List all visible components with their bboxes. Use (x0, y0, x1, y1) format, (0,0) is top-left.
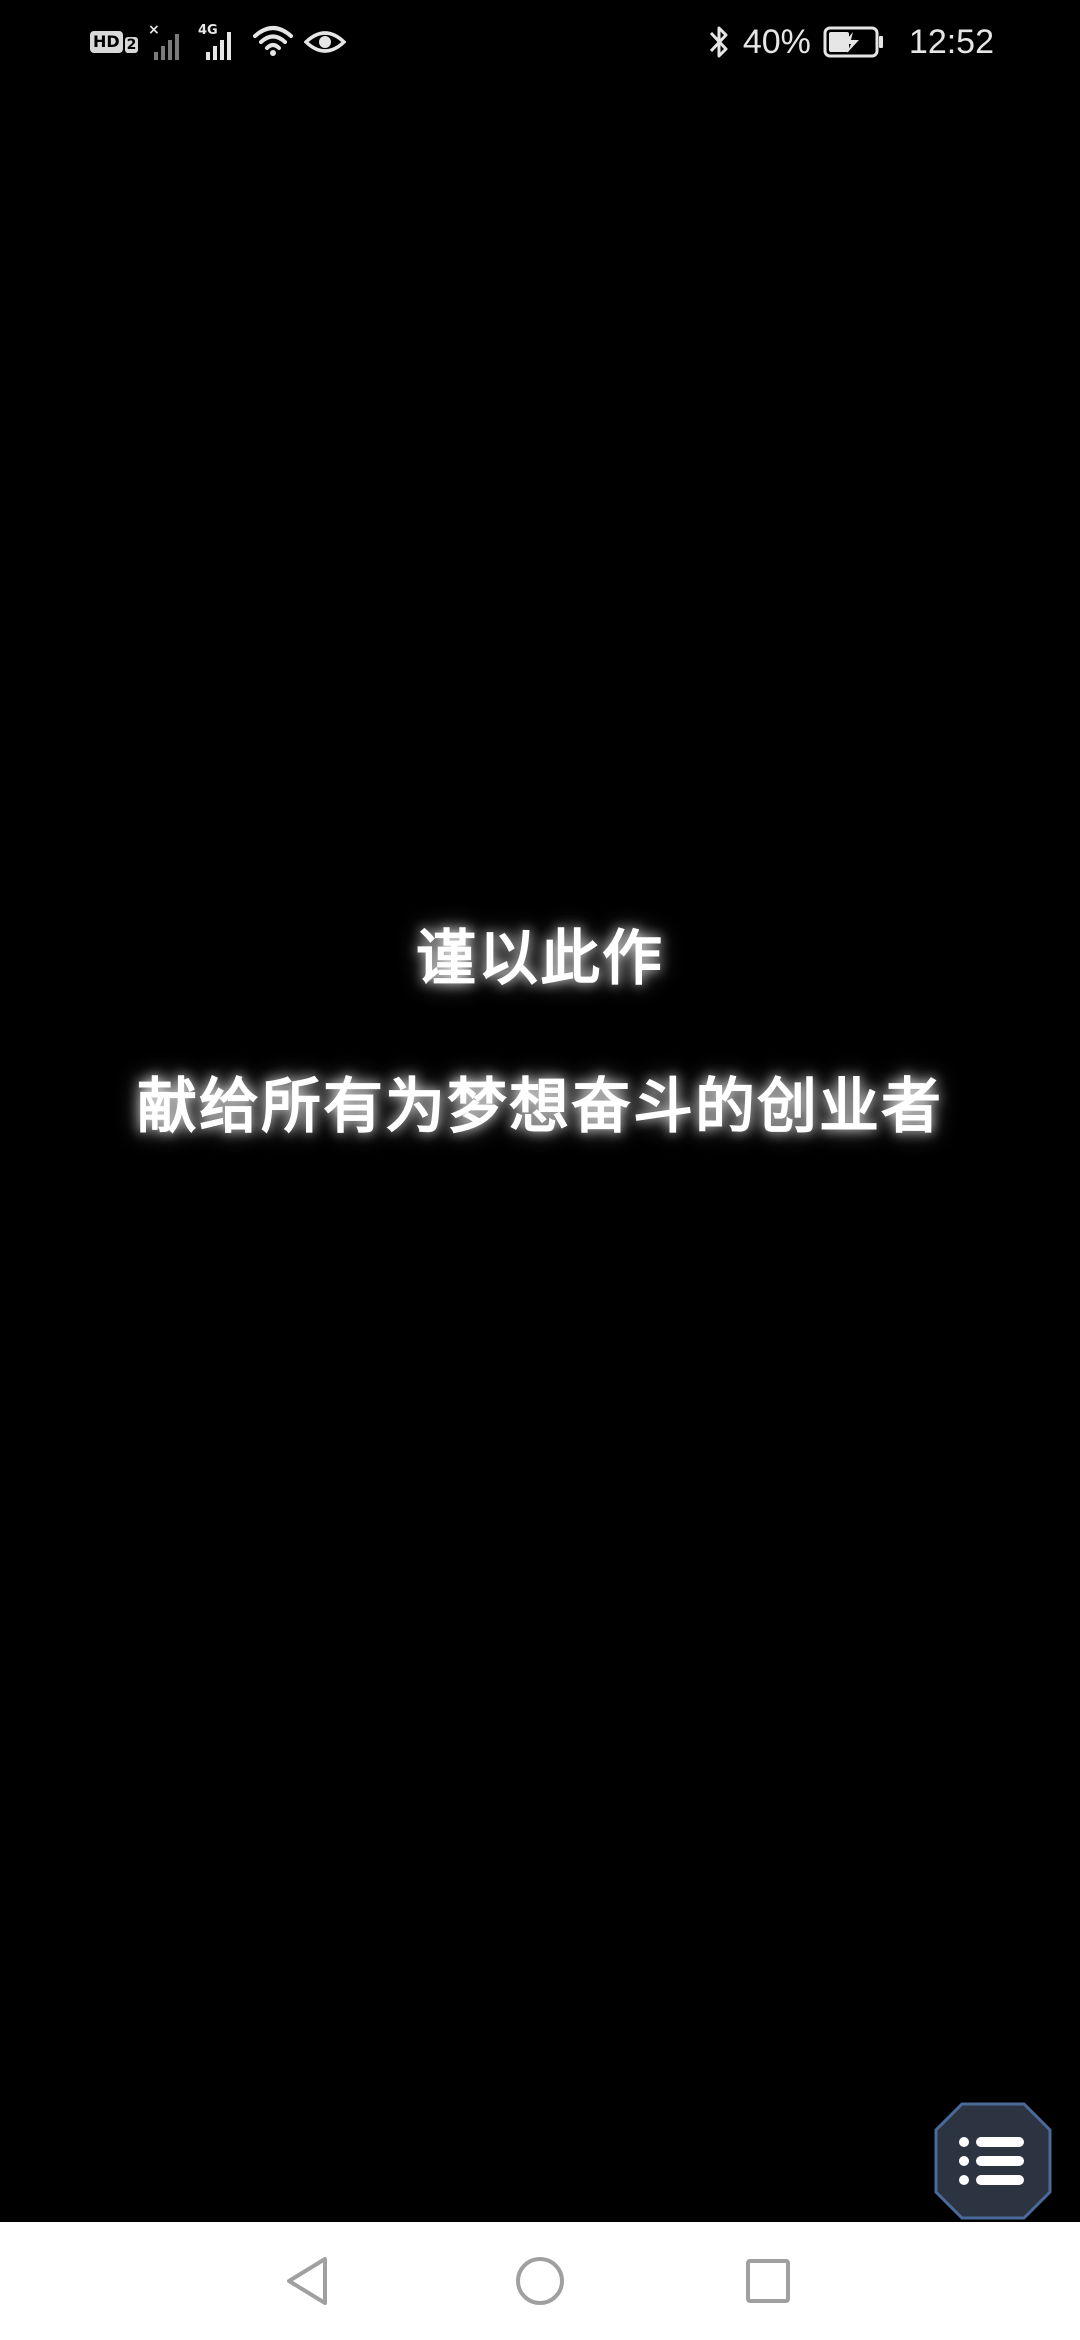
signal-no-service-icon: × (148, 22, 188, 62)
battery-percent: 40% (742, 22, 811, 61)
hd-label: HD (90, 31, 123, 53)
navigation-bar (0, 2222, 1080, 2340)
dedication-line-1: 谨以此作 (416, 924, 664, 994)
status-left: HD 2 × 4G (90, 22, 347, 62)
home-button[interactable] (505, 2246, 575, 2316)
home-icon (516, 2257, 564, 2305)
bluetooth-icon (707, 22, 731, 62)
status-right: 40% 12:52 (707, 22, 994, 62)
eye-icon (304, 22, 347, 62)
recent-apps-icon (746, 2259, 790, 2303)
list-menu-icon (934, 2102, 1052, 2220)
battery-charging-icon (823, 22, 885, 62)
clock: 12:52 (908, 22, 994, 61)
network-type-label: 4G (198, 23, 218, 38)
screen: HD 2 × 4G 40% 12:52 谨以此作 献给所有为梦想奋斗的创业者 (0, 0, 1080, 2340)
wifi-icon (252, 22, 294, 62)
floating-menu-button[interactable] (934, 2102, 1052, 2220)
signal-4g-icon: 4G (198, 22, 242, 62)
hd-icon: HD 2 (90, 31, 139, 53)
dedication-line-2: 献给所有为梦想奋斗的创业者 (137, 1072, 943, 1142)
back-button[interactable] (274, 2246, 344, 2316)
status-bar: HD 2 × 4G 40% 12:52 (0, 0, 1080, 84)
back-icon (287, 2257, 327, 2305)
recent-apps-button[interactable] (733, 2246, 803, 2316)
svg-text:×: × (148, 22, 160, 38)
hd-sub-label: 2 (124, 37, 139, 53)
